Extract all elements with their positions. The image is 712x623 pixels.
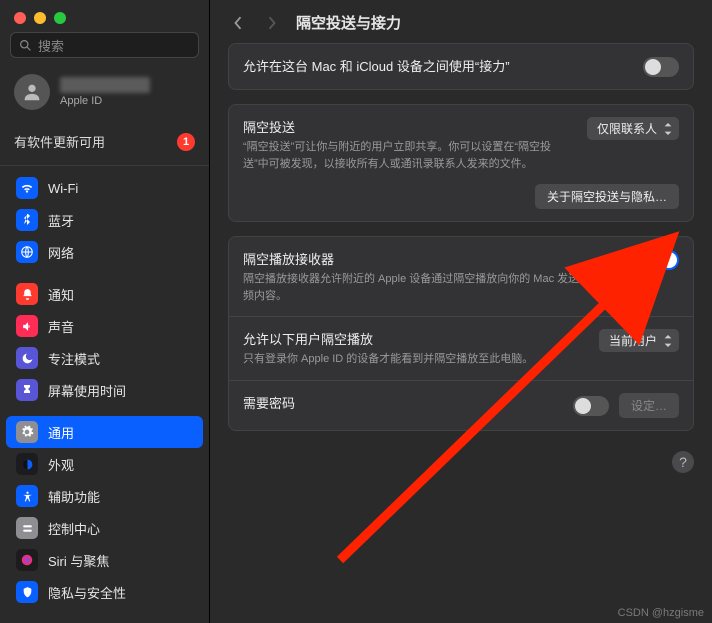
minimize-button[interactable] [34, 12, 46, 24]
bluetooth-icon [16, 209, 38, 231]
require-password-title: 需要密码 [243, 393, 559, 412]
help-button[interactable]: ? [672, 451, 694, 473]
chevron-updown-icon [663, 123, 673, 135]
globe-icon [16, 241, 38, 263]
sidebar-item-label: 声音 [48, 317, 74, 336]
sidebar-item-label: 网络 [48, 243, 74, 262]
search-input[interactable]: 搜索 [10, 32, 199, 58]
allow-airplay-title: 允许以下用户隔空播放 [243, 329, 585, 348]
forward-button[interactable] [262, 13, 282, 33]
sidebar-item-label: Wi-Fi [48, 181, 78, 196]
airdrop-sub: “隔空投送”可让你与附近的用户立即共享。你可以设置在“隔空投送”中可被发现，以接… [243, 139, 573, 172]
airplay-title: 隔空播放接收器 [243, 249, 629, 268]
chevron-updown-icon [663, 335, 673, 347]
moon-icon [16, 347, 38, 369]
hand-icon [16, 581, 38, 603]
sidebar-item-label: 隐私与安全性 [48, 583, 126, 602]
account-sublabel: Apple ID [60, 95, 150, 107]
appear-icon [16, 453, 38, 475]
sidebar-item-bluetooth[interactable]: 蓝牙 [6, 204, 203, 236]
sound-icon [16, 315, 38, 337]
airdrop-privacy-button[interactable]: 关于隔空投送与隐私… [535, 184, 679, 209]
watermark: CSDN @hzgisme [618, 607, 704, 619]
sidebar-item-label: 控制中心 [48, 519, 100, 538]
airdrop-select-label: 仅限联系人 [597, 120, 657, 137]
sidebar-item-label: 通用 [48, 423, 74, 442]
password-toggle[interactable] [573, 396, 609, 416]
sidebar-item-wifi[interactable]: Wi-Fi [6, 172, 203, 204]
sidebar-item-label: 辅助功能 [48, 487, 100, 506]
sidebar-item-moon[interactable]: 专注模式 [6, 342, 203, 374]
sidebar-item-hand[interactable]: 隐私与安全性 [6, 576, 203, 608]
back-button[interactable] [228, 13, 248, 33]
account-row[interactable]: Apple ID [0, 68, 209, 124]
airdrop-select[interactable]: 仅限联系人 [587, 117, 679, 140]
maximize-button[interactable] [54, 12, 66, 24]
wifi-icon [16, 177, 38, 199]
set-password-button[interactable]: 设定… [619, 393, 679, 418]
sidebar-item-hourglass[interactable]: 屏幕使用时间 [6, 374, 203, 406]
close-button[interactable] [14, 12, 26, 24]
sidebar-item-globe[interactable]: 网络 [6, 236, 203, 268]
bell-icon [16, 283, 38, 305]
update-badge: 1 [177, 133, 195, 151]
access-icon [16, 485, 38, 507]
search-placeholder: 搜索 [38, 36, 64, 55]
sidebar-item-label: Siri 与聚焦 [48, 551, 109, 570]
software-update-row[interactable]: 有软件更新可用 1 [0, 124, 209, 166]
page-title: 隔空投送与接力 [296, 12, 401, 33]
sidebar-item-label: 屏幕使用时间 [48, 381, 126, 400]
allow-airplay-sub: 只有登录你 Apple ID 的设备才能看到并隔空播放至此电脑。 [243, 351, 585, 368]
software-update-label: 有软件更新可用 [14, 132, 105, 151]
sidebar-item-control[interactable]: 控制中心 [6, 512, 203, 544]
hourglass-icon [16, 379, 38, 401]
avatar [14, 74, 50, 110]
airplay-toggle[interactable] [643, 250, 679, 270]
sidebar-item-label: 蓝牙 [48, 211, 74, 230]
control-icon [16, 517, 38, 539]
sidebar-item-siri[interactable]: Siri 与聚焦 [6, 544, 203, 576]
account-name-redacted [60, 77, 150, 93]
sidebar-item-label: 专注模式 [48, 349, 100, 368]
handoff-title: 允许在这台 Mac 和 iCloud 设备之间使用“接力” [243, 56, 629, 75]
sidebar-item-sound[interactable]: 声音 [6, 310, 203, 342]
search-icon [19, 39, 32, 52]
sidebar-item-gear[interactable]: 通用 [6, 416, 203, 448]
allow-airplay-select-label: 当前用户 [609, 332, 657, 349]
sidebar-item-bell[interactable]: 通知 [6, 278, 203, 310]
sidebar-item-appear[interactable]: 外观 [6, 448, 203, 480]
handoff-toggle[interactable] [643, 57, 679, 77]
siri-icon [16, 549, 38, 571]
sidebar-item-label: 外观 [48, 455, 74, 474]
airplay-sub: 隔空播放接收器允许附近的 Apple 设备通过隔空播放向你的 Mac 发送视频和… [243, 271, 629, 304]
gear-icon [16, 421, 38, 443]
sidebar-item-access[interactable]: 辅助功能 [6, 480, 203, 512]
sidebar-item-label: 通知 [48, 285, 74, 304]
allow-airplay-select[interactable]: 当前用户 [599, 329, 679, 352]
airdrop-title: 隔空投送 [243, 117, 573, 136]
